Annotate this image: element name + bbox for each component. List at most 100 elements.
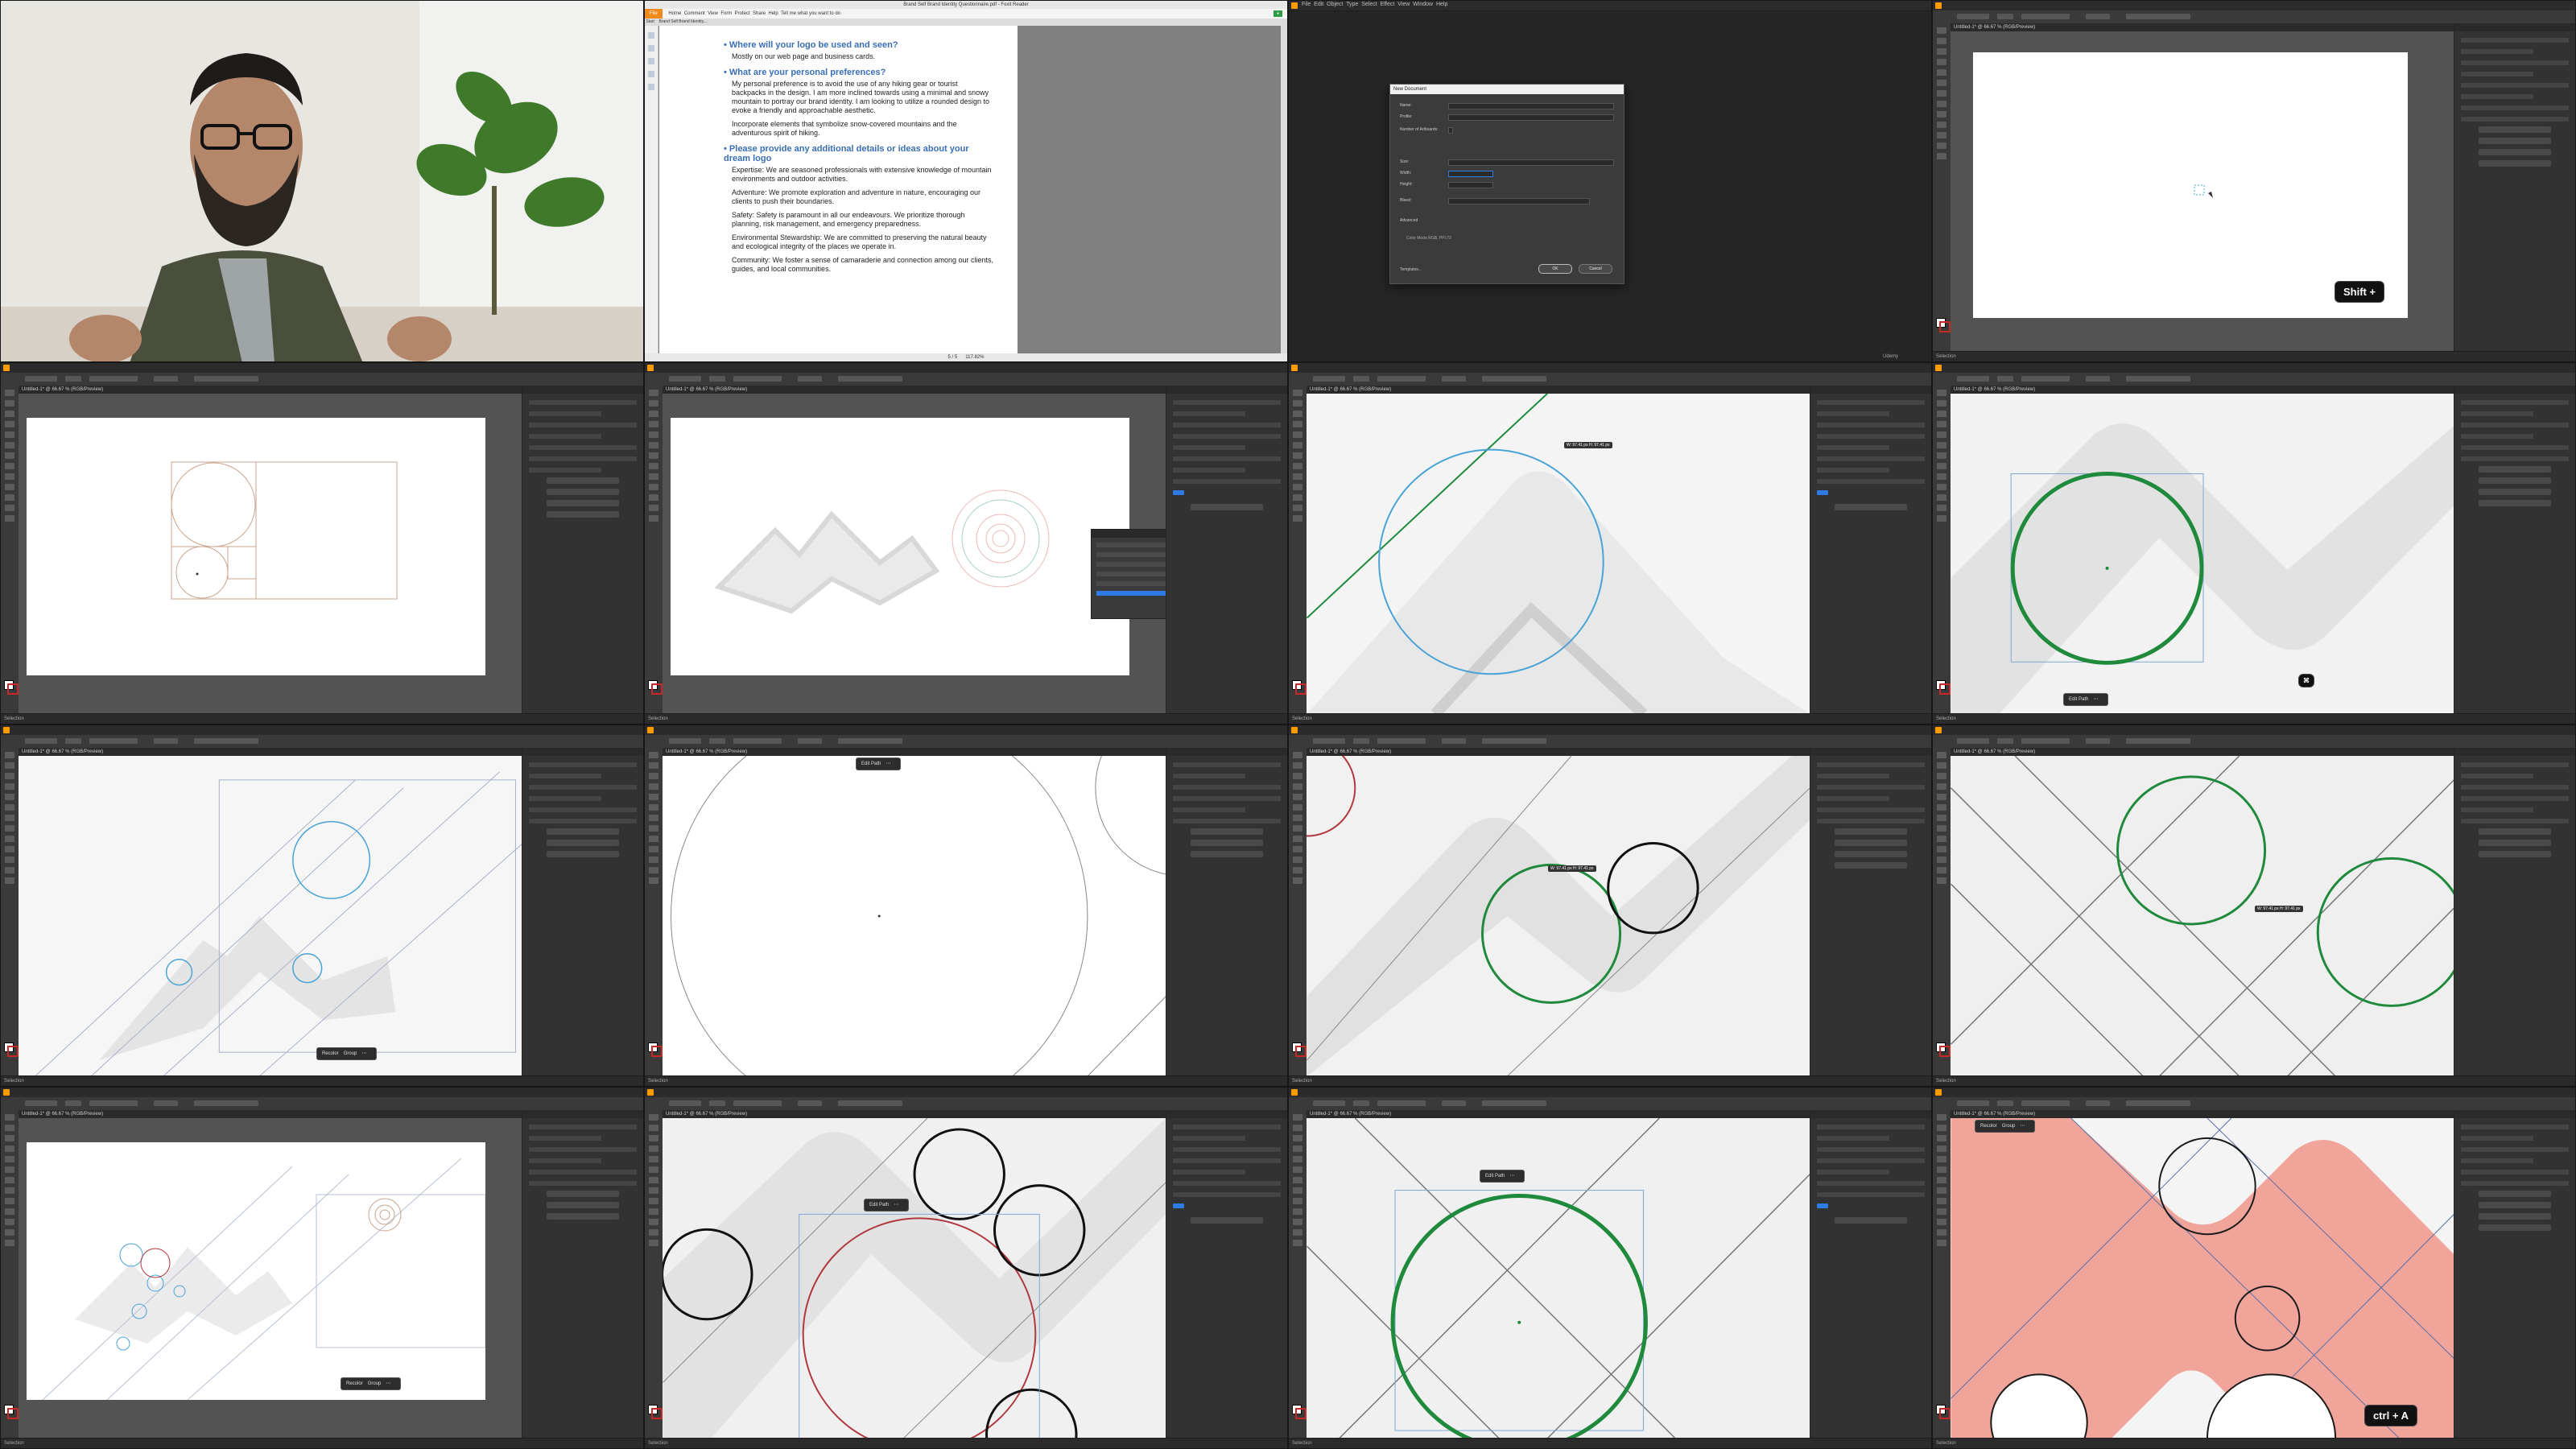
recolor-button[interactable]: Recolor (1980, 1124, 1997, 1129)
canvas-area[interactable]: W: 97.41 px H: 97.41 px (1307, 394, 1810, 714)
canvas-area[interactable] (19, 394, 522, 714)
edit-path-button[interactable]: Edit Path (2069, 697, 2088, 702)
tools-panel[interactable] (645, 1110, 663, 1439)
pdf-menu-view[interactable]: View (708, 11, 718, 16)
control-bar[interactable] (1933, 10, 2575, 24)
stroke-swatch[interactable] (651, 1046, 663, 1057)
ctx-more-icon[interactable]: ⋯ (361, 1051, 366, 1056)
artboard[interactable] (671, 418, 1129, 675)
tools-panel[interactable] (1289, 748, 1307, 1076)
canvas-area[interactable] (663, 394, 1166, 714)
canvas-area[interactable]: Edit Path ⋯ (1307, 1118, 1810, 1439)
group-button[interactable]: Group (2002, 1124, 2016, 1129)
control-bar[interactable] (645, 1097, 1287, 1111)
control-bar[interactable] (645, 735, 1287, 749)
stroke-swatch[interactable] (651, 683, 663, 695)
document-tab[interactable]: Untitled-1* @ 66.67 % (RGB/Preview) (1307, 1110, 1810, 1118)
tools-panel[interactable] (645, 386, 663, 714)
contextual-task-bar[interactable]: Recolor Group ⋯ (341, 1377, 402, 1390)
zoom-level[interactable]: 117.82% (965, 355, 984, 360)
tools-panel[interactable] (1933, 748, 1951, 1076)
document-tab[interactable]: Untitled-1* @ 66.67 % (RGB/Preview) (1951, 1110, 2454, 1118)
stroke-swatch[interactable] (7, 1408, 19, 1419)
edit-path-button[interactable]: Edit Path (869, 1203, 889, 1208)
bleed-field[interactable]: Bleed: (1400, 197, 1614, 204)
bookmark-icon[interactable] (648, 32, 654, 39)
menu-edit[interactable]: Edit (1314, 2, 1323, 7)
advanced-toggle[interactable]: Advanced (1400, 218, 1418, 223)
document-tab[interactable]: Untitled-1* @ 66.67 % (RGB/Preview) (19, 386, 522, 394)
contextual-task-bar[interactable]: Edit Path ⋯ (856, 758, 902, 770)
stroke-swatch[interactable] (7, 683, 19, 695)
ctx-more-icon[interactable]: ⋯ (1509, 1174, 1514, 1179)
contextual-task-bar[interactable]: Recolor Group ⋯ (316, 1047, 378, 1060)
pdf-menu-form[interactable]: Form (720, 11, 732, 16)
height-field[interactable]: Height: (1400, 181, 1614, 188)
control-bar[interactable] (1933, 1097, 2575, 1111)
contextual-task-bar[interactable]: Edit Path ⋯ (2063, 693, 2109, 706)
layers-panel[interactable] (1091, 529, 1166, 619)
document-tab[interactable]: Untitled-1* @ 66.67 % (RGB/Preview) (1951, 23, 2454, 31)
pdf-menu-comment[interactable]: Comment (684, 11, 705, 16)
canvas-area[interactable]: W: 97.41 px H: 97.41 px (1307, 756, 1810, 1076)
artboard[interactable] (1973, 52, 2408, 318)
document-tab[interactable]: Untitled-1* @ 66.67 % (RGB/Preview) (663, 386, 1166, 394)
stroke-swatch[interactable] (1295, 683, 1307, 695)
tools-panel[interactable] (1933, 1110, 1951, 1439)
menu-select[interactable]: Select (1361, 2, 1377, 7)
tools-panel[interactable] (1, 748, 19, 1076)
document-tab[interactable]: Untitled-1* @ 66.67 % (RGB/Preview) (1307, 386, 1810, 394)
recolor-button[interactable]: Recolor (346, 1381, 363, 1386)
stroke-swatch[interactable] (651, 1408, 663, 1419)
stroke-swatch[interactable] (1939, 683, 1951, 695)
document-tab[interactable]: Untitled-1* @ 66.67 % (RGB/Preview) (19, 1110, 522, 1118)
control-bar[interactable] (1289, 735, 1931, 749)
canvas-area[interactable]: Edit Path ⋯ ⌘ (1951, 394, 2454, 714)
menu-file[interactable]: File (1302, 2, 1311, 7)
signature-icon[interactable] (648, 84, 654, 90)
pages-icon[interactable] (648, 45, 654, 52)
ctx-more-icon[interactable]: ⋯ (2093, 697, 2098, 702)
artboard[interactable] (27, 418, 485, 675)
canvas-area[interactable]: Edit Path ⋯ (663, 756, 1166, 1076)
name-field[interactable]: Name: (1400, 102, 1614, 109)
menu-window[interactable]: Window (1413, 2, 1433, 7)
size-field[interactable]: Size: (1400, 159, 1614, 166)
stroke-swatch[interactable] (1295, 1046, 1307, 1057)
ctx-more-icon[interactable]: ⋯ (886, 762, 890, 766)
document-tab[interactable]: Untitled-1* @ 66.67 % (RGB/Preview) (1951, 386, 2454, 394)
pdf-menu-share[interactable]: Share (753, 11, 766, 16)
canvas-area[interactable]: Recolor Group ⋯ (19, 756, 522, 1076)
document-tab[interactable]: Untitled-1* @ 66.67 % (RGB/Preview) (663, 748, 1166, 756)
ctx-more-icon[interactable]: ⋯ (894, 1203, 898, 1208)
artboards-field[interactable]: Number of Artboards: (1400, 126, 1614, 134)
control-bar[interactable] (645, 373, 1287, 386)
canvas-area[interactable]: Shift + (1951, 31, 2454, 352)
artboard[interactable] (27, 1142, 485, 1400)
tools-panel[interactable] (1933, 23, 1951, 352)
contextual-task-bar[interactable]: Edit Path ⋯ (864, 1199, 910, 1212)
tools-panel[interactable] (1289, 386, 1307, 714)
control-bar[interactable] (1, 1097, 643, 1111)
stroke-swatch[interactable] (1939, 321, 1951, 332)
ctx-more-icon[interactable]: ⋯ (386, 1381, 390, 1386)
comment-icon[interactable] (648, 58, 654, 64)
control-bar[interactable] (1933, 373, 2575, 386)
menu-type[interactable]: Type (1346, 2, 1358, 7)
document-tab[interactable]: Untitled-1* @ 66.67 % (RGB/Preview) (19, 748, 522, 756)
profile-field[interactable]: Profile: (1400, 114, 1614, 121)
pdf-menu-home[interactable]: Home (668, 11, 681, 16)
group-button[interactable]: Group (368, 1381, 382, 1386)
tools-panel[interactable] (1, 386, 19, 714)
tools-panel[interactable] (1289, 1110, 1307, 1439)
pdf-menu-file[interactable]: File (645, 9, 663, 19)
width-field[interactable]: Width: (1400, 170, 1614, 177)
menu-view[interactable]: View (1397, 2, 1410, 7)
pdf-scrollbar[interactable] (1281, 26, 1287, 353)
document-tab[interactable]: Untitled-1* @ 66.67 % (RGB/Preview) (663, 1110, 1166, 1118)
control-bar[interactable] (1, 373, 643, 386)
canvas-area[interactable]: Edit Path ⋯ (663, 1118, 1166, 1439)
tools-panel[interactable] (645, 748, 663, 1076)
recolor-button[interactable]: Recolor (322, 1051, 339, 1056)
canvas-area[interactable]: Recolor Group ⋯ ctrl + A (1951, 1118, 2454, 1439)
